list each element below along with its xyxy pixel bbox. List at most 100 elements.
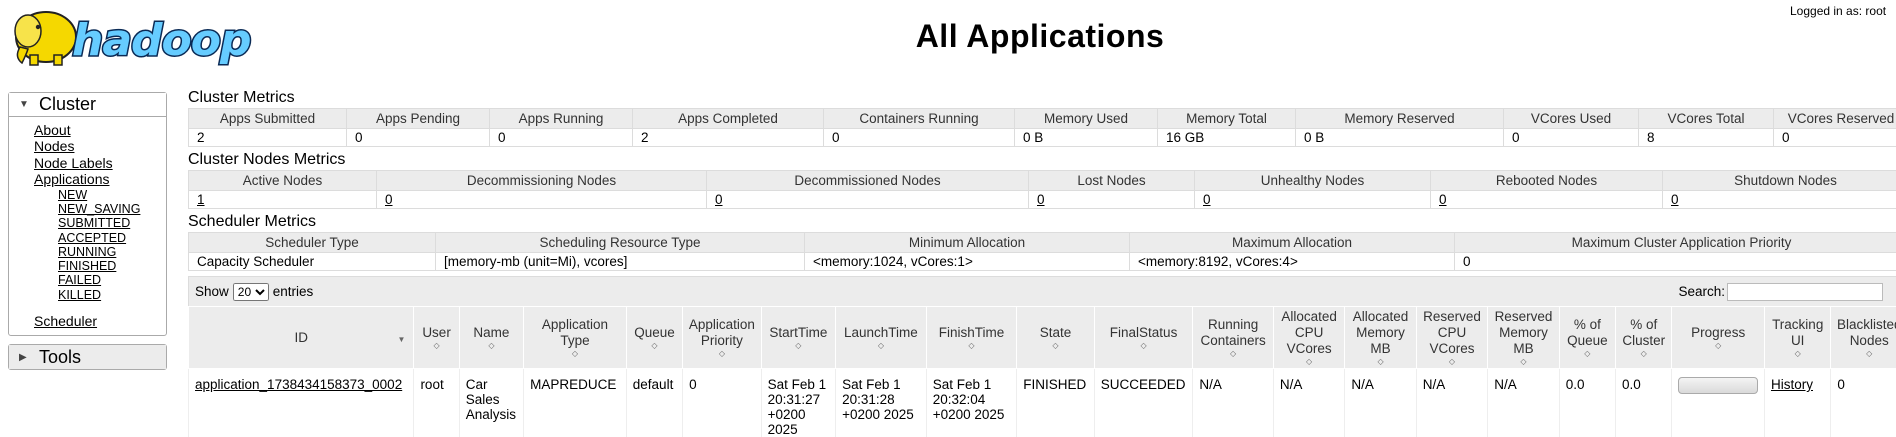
nav-link-state-submitted[interactable]: SUBMITTED bbox=[58, 216, 166, 230]
history-link[interactable]: History bbox=[1771, 377, 1813, 392]
metric-value: 0 bbox=[1504, 129, 1639, 147]
nav-link-state-new[interactable]: NEW bbox=[58, 188, 166, 202]
apps-toolbar: Show 20 entries Search: bbox=[188, 276, 1896, 306]
sort-icon: ◇ bbox=[1197, 350, 1269, 358]
sort-icon: ◇ bbox=[631, 342, 678, 350]
col-header-alloc-memory[interactable]: Allocated Memory MB◇ bbox=[1345, 307, 1416, 369]
nav-link-nodes[interactable]: Nodes bbox=[34, 138, 166, 154]
entries-select[interactable]: 20 bbox=[233, 283, 269, 301]
nav-link-state-running[interactable]: RUNNING bbox=[58, 245, 166, 259]
cell-pct-cluster: 0.0 bbox=[1616, 369, 1672, 437]
cluster-metrics-table: Apps Submitted Apps Pending Apps Running… bbox=[188, 108, 1896, 147]
metric-value: 2 bbox=[633, 129, 824, 147]
col-header-reserved-vcores[interactable]: Reserved CPU VCores◇ bbox=[1416, 307, 1487, 369]
cluster-nav: ▼ Cluster About Nodes Node Labels Applic… bbox=[8, 92, 167, 336]
metric-header: Rebooted Nodes bbox=[1431, 171, 1663, 191]
col-header-state[interactable]: State◇ bbox=[1017, 307, 1094, 369]
login-info: Logged in as: root bbox=[1790, 4, 1886, 18]
page-title: All Applications bbox=[0, 18, 1896, 55]
sort-icon: ◇ bbox=[1835, 350, 1896, 358]
metric-header: Scheduler Type bbox=[189, 233, 436, 253]
nav-link-scheduler[interactable]: Scheduler bbox=[34, 313, 166, 329]
rebooted-nodes-link[interactable]: 0 bbox=[1439, 192, 1447, 207]
sort-icon: ◇ bbox=[1492, 358, 1554, 366]
nav-link-state-accepted[interactable]: ACCEPTED bbox=[58, 231, 166, 245]
col-header-blacklisted[interactable]: Blacklisted Nodes◇ bbox=[1831, 307, 1896, 369]
cell-running-containers: N/A bbox=[1193, 369, 1274, 437]
sort-icon: ◇ bbox=[1564, 350, 1611, 358]
sort-icon: ◇ bbox=[1349, 358, 1411, 366]
cluster-metrics-title: Cluster Metrics bbox=[188, 87, 1896, 108]
cell-final-status: SUCCEEDED bbox=[1094, 369, 1193, 437]
sort-icon: ◇ bbox=[766, 342, 831, 350]
metric-header: Maximum Cluster Application Priority bbox=[1455, 233, 1896, 253]
col-header-id[interactable]: ID▼ bbox=[189, 307, 414, 369]
col-header-queue[interactable]: Queue◇ bbox=[626, 307, 682, 369]
metric-value: [memory-mb (unit=Mi), vcores] bbox=[436, 253, 805, 271]
nav-link-node-labels[interactable]: Node Labels bbox=[34, 155, 166, 171]
nav-link-state-killed[interactable]: KILLED bbox=[58, 288, 166, 302]
col-header-app-type[interactable]: Application Type◇ bbox=[524, 307, 627, 369]
nav-link-state-new-saving[interactable]: NEW_SAVING bbox=[58, 202, 166, 216]
col-header-launch-time[interactable]: LaunchTime◇ bbox=[836, 307, 927, 369]
sort-icon: ◇ bbox=[1769, 350, 1826, 358]
metric-header: Maximum Allocation bbox=[1130, 233, 1455, 253]
tools-nav-header[interactable]: ▶ Tools bbox=[9, 345, 166, 369]
cell-alloc-memory: N/A bbox=[1345, 369, 1416, 437]
metric-header: Minimum Allocation bbox=[805, 233, 1130, 253]
unhealthy-nodes-link[interactable]: 0 bbox=[1203, 192, 1211, 207]
cell-progress bbox=[1672, 369, 1765, 437]
cell-priority: 0 bbox=[683, 369, 762, 437]
metric-header: Unhealthy Nodes bbox=[1195, 171, 1431, 191]
sort-icon: ◇ bbox=[1421, 358, 1483, 366]
metric-header: Apps Running bbox=[490, 109, 633, 129]
sort-icon: ◇ bbox=[1021, 342, 1089, 350]
metric-value: 0 bbox=[1455, 253, 1896, 271]
sort-icon: ◇ bbox=[1620, 350, 1667, 358]
col-header-final-status[interactable]: FinalStatus◇ bbox=[1094, 307, 1193, 369]
apps-header-row: ID▼ User◇ Name◇ Application Type◇ Queue◇… bbox=[189, 307, 1896, 369]
col-header-name[interactable]: Name◇ bbox=[459, 307, 523, 369]
metric-value: <memory:8192, vCores:4> bbox=[1130, 253, 1455, 271]
scheduler-metrics-title: Scheduler Metrics bbox=[188, 211, 1896, 232]
cell-finish-time: Sat Feb 1 20:32:04 +0200 2025 bbox=[926, 369, 1017, 437]
nav-link-state-finished[interactable]: FINISHED bbox=[58, 259, 166, 273]
col-header-tracking-ui[interactable]: Tracking UI◇ bbox=[1764, 307, 1830, 369]
metric-value: Capacity Scheduler bbox=[189, 253, 436, 271]
nav-link-applications[interactable]: Applications bbox=[34, 171, 166, 187]
cell-type: MAPREDUCE bbox=[524, 369, 627, 437]
metric-header: Shutdown Nodes bbox=[1663, 171, 1896, 191]
cluster-nav-header[interactable]: ▼ Cluster bbox=[9, 93, 166, 117]
cell-user: root bbox=[414, 369, 459, 437]
triangle-down-icon: ▼ bbox=[19, 99, 29, 110]
nav-link-about[interactable]: About bbox=[34, 122, 166, 138]
col-header-pct-cluster[interactable]: % of Cluster◇ bbox=[1616, 307, 1672, 369]
sort-icon: ◇ bbox=[418, 342, 454, 350]
decommissioned-nodes-link[interactable]: 0 bbox=[715, 192, 723, 207]
col-header-progress[interactable]: Progress◇ bbox=[1672, 307, 1765, 369]
apps-table: ID▼ User◇ Name◇ Application Type◇ Queue◇… bbox=[188, 306, 1896, 437]
app-id-link[interactable]: application_1738434158373_0002 bbox=[195, 377, 402, 392]
shutdown-nodes-link[interactable]: 0 bbox=[1671, 192, 1679, 207]
col-header-running-containers[interactable]: Running Containers◇ bbox=[1193, 307, 1274, 369]
decommissioning-nodes-link[interactable]: 0 bbox=[385, 192, 393, 207]
col-header-start-time[interactable]: StartTime◇ bbox=[761, 307, 835, 369]
col-header-priority[interactable]: Application Priority◇ bbox=[683, 307, 762, 369]
active-nodes-link[interactable]: 1 bbox=[197, 192, 205, 207]
metric-header: VCores Total bbox=[1639, 109, 1774, 129]
col-header-finish-time[interactable]: FinishTime◇ bbox=[926, 307, 1017, 369]
cell-state: FINISHED bbox=[1017, 369, 1094, 437]
col-header-pct-queue[interactable]: % of Queue◇ bbox=[1559, 307, 1615, 369]
cluster-label: Cluster bbox=[39, 94, 96, 115]
tools-nav: ▶ Tools bbox=[8, 344, 167, 370]
triangle-right-icon: ▶ bbox=[19, 352, 29, 363]
cell-launch-time: Sat Feb 1 20:31:28 +0200 2025 bbox=[836, 369, 927, 437]
lost-nodes-link[interactable]: 0 bbox=[1037, 192, 1045, 207]
search-input[interactable] bbox=[1727, 283, 1883, 301]
col-header-alloc-vcores[interactable]: Allocated CPU VCores◇ bbox=[1273, 307, 1344, 369]
col-header-user[interactable]: User◇ bbox=[414, 307, 459, 369]
col-header-reserved-memory[interactable]: Reserved Memory MB◇ bbox=[1488, 307, 1559, 369]
metric-header: Decommissioning Nodes bbox=[377, 171, 707, 191]
nav-link-state-failed[interactable]: FAILED bbox=[58, 273, 166, 287]
search-wrap: Search: bbox=[1678, 283, 1883, 301]
